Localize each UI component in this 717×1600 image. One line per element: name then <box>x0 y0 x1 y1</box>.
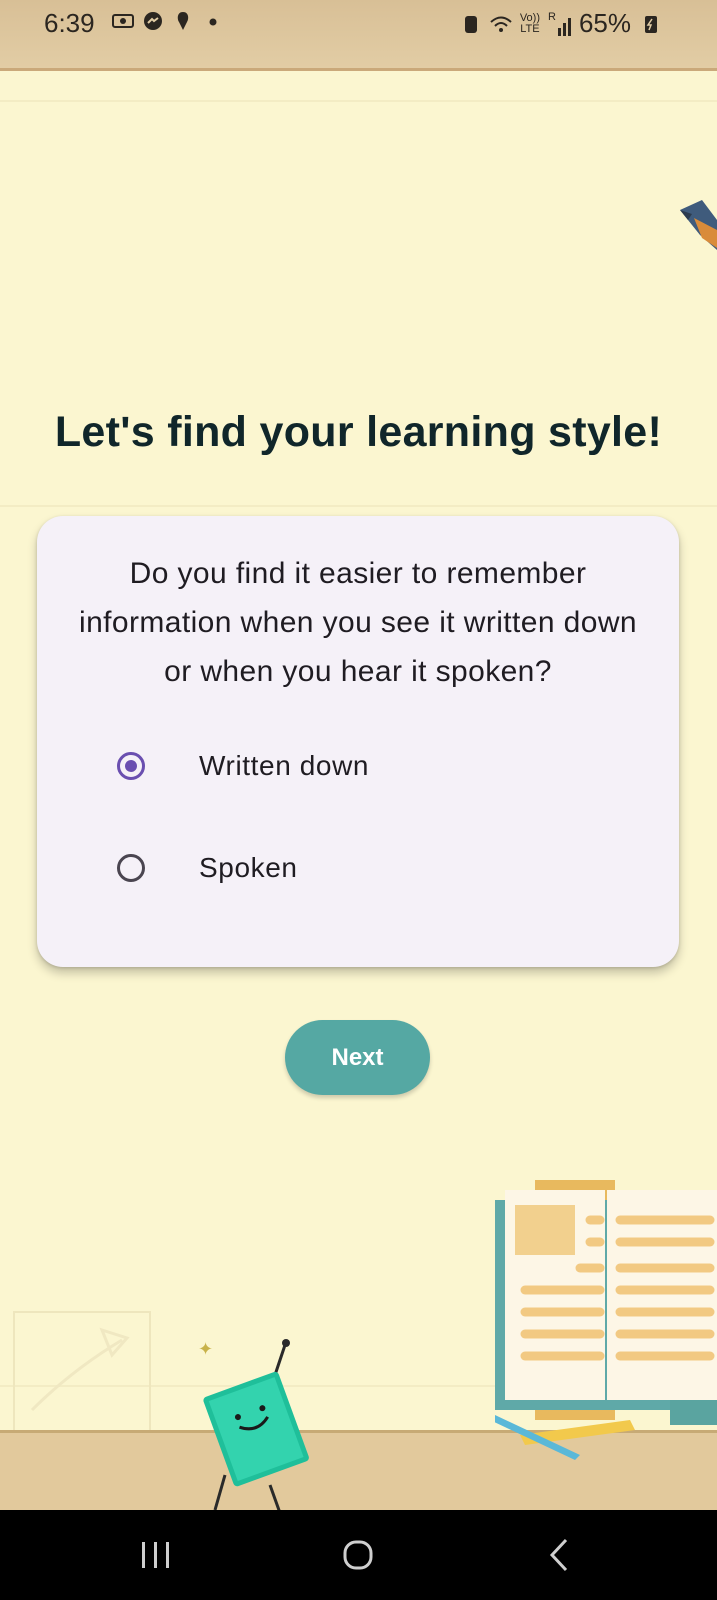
option-label: Spoken <box>199 852 298 883</box>
battery-saver-icon <box>464 15 477 33</box>
question-text: Do you find it easier to remember inform… <box>79 557 637 688</box>
wifi-icon <box>490 16 512 32</box>
radio-button-unselected[interactable] <box>117 854 145 882</box>
chalk-doodle-icon <box>13 1311 151 1449</box>
option-spoken[interactable]: Spoken <box>117 838 597 898</box>
volte-icon: Vo)) LTE <box>519 11 540 35</box>
option-label: Written down <box>199 750 370 781</box>
back-icon[interactable] <box>530 1530 590 1580</box>
signal-icon: R <box>548 11 571 36</box>
status-notification-icons <box>112 10 224 32</box>
svg-text:✦: ✦ <box>198 1339 213 1360</box>
messenger-icon <box>144 12 162 30</box>
background-line <box>0 100 717 102</box>
next-button[interactable]: Next <box>285 1020 430 1095</box>
happy-book-character: ✦ <box>198 1339 309 1514</box>
security-icon <box>177 12 189 30</box>
recent-apps-icon[interactable] <box>126 1530 186 1580</box>
background-line <box>0 505 717 507</box>
question-card: Do you find it easier to remember inform… <box>37 516 679 967</box>
status-bar: 6:39 Vo)) LTE R 65% <box>0 0 717 71</box>
status-time: 6:39 <box>44 8 95 38</box>
radio-button-selected[interactable] <box>117 752 145 780</box>
navigation-bar <box>0 1510 717 1600</box>
dot-icon <box>209 18 217 26</box>
open-book-illustration <box>495 1180 717 1460</box>
battery-percentage: 65% <box>578 8 631 38</box>
battery-icon <box>645 15 657 33</box>
page-title: Let's find your learning style! <box>54 408 663 456</box>
status-system-icons: Vo)) LTE R 65% <box>460 8 661 39</box>
option-written-down[interactable]: Written down <box>117 736 597 796</box>
home-icon[interactable] <box>328 1530 388 1580</box>
pencil-decoration-icon <box>680 200 717 250</box>
recording-icon <box>112 14 134 28</box>
